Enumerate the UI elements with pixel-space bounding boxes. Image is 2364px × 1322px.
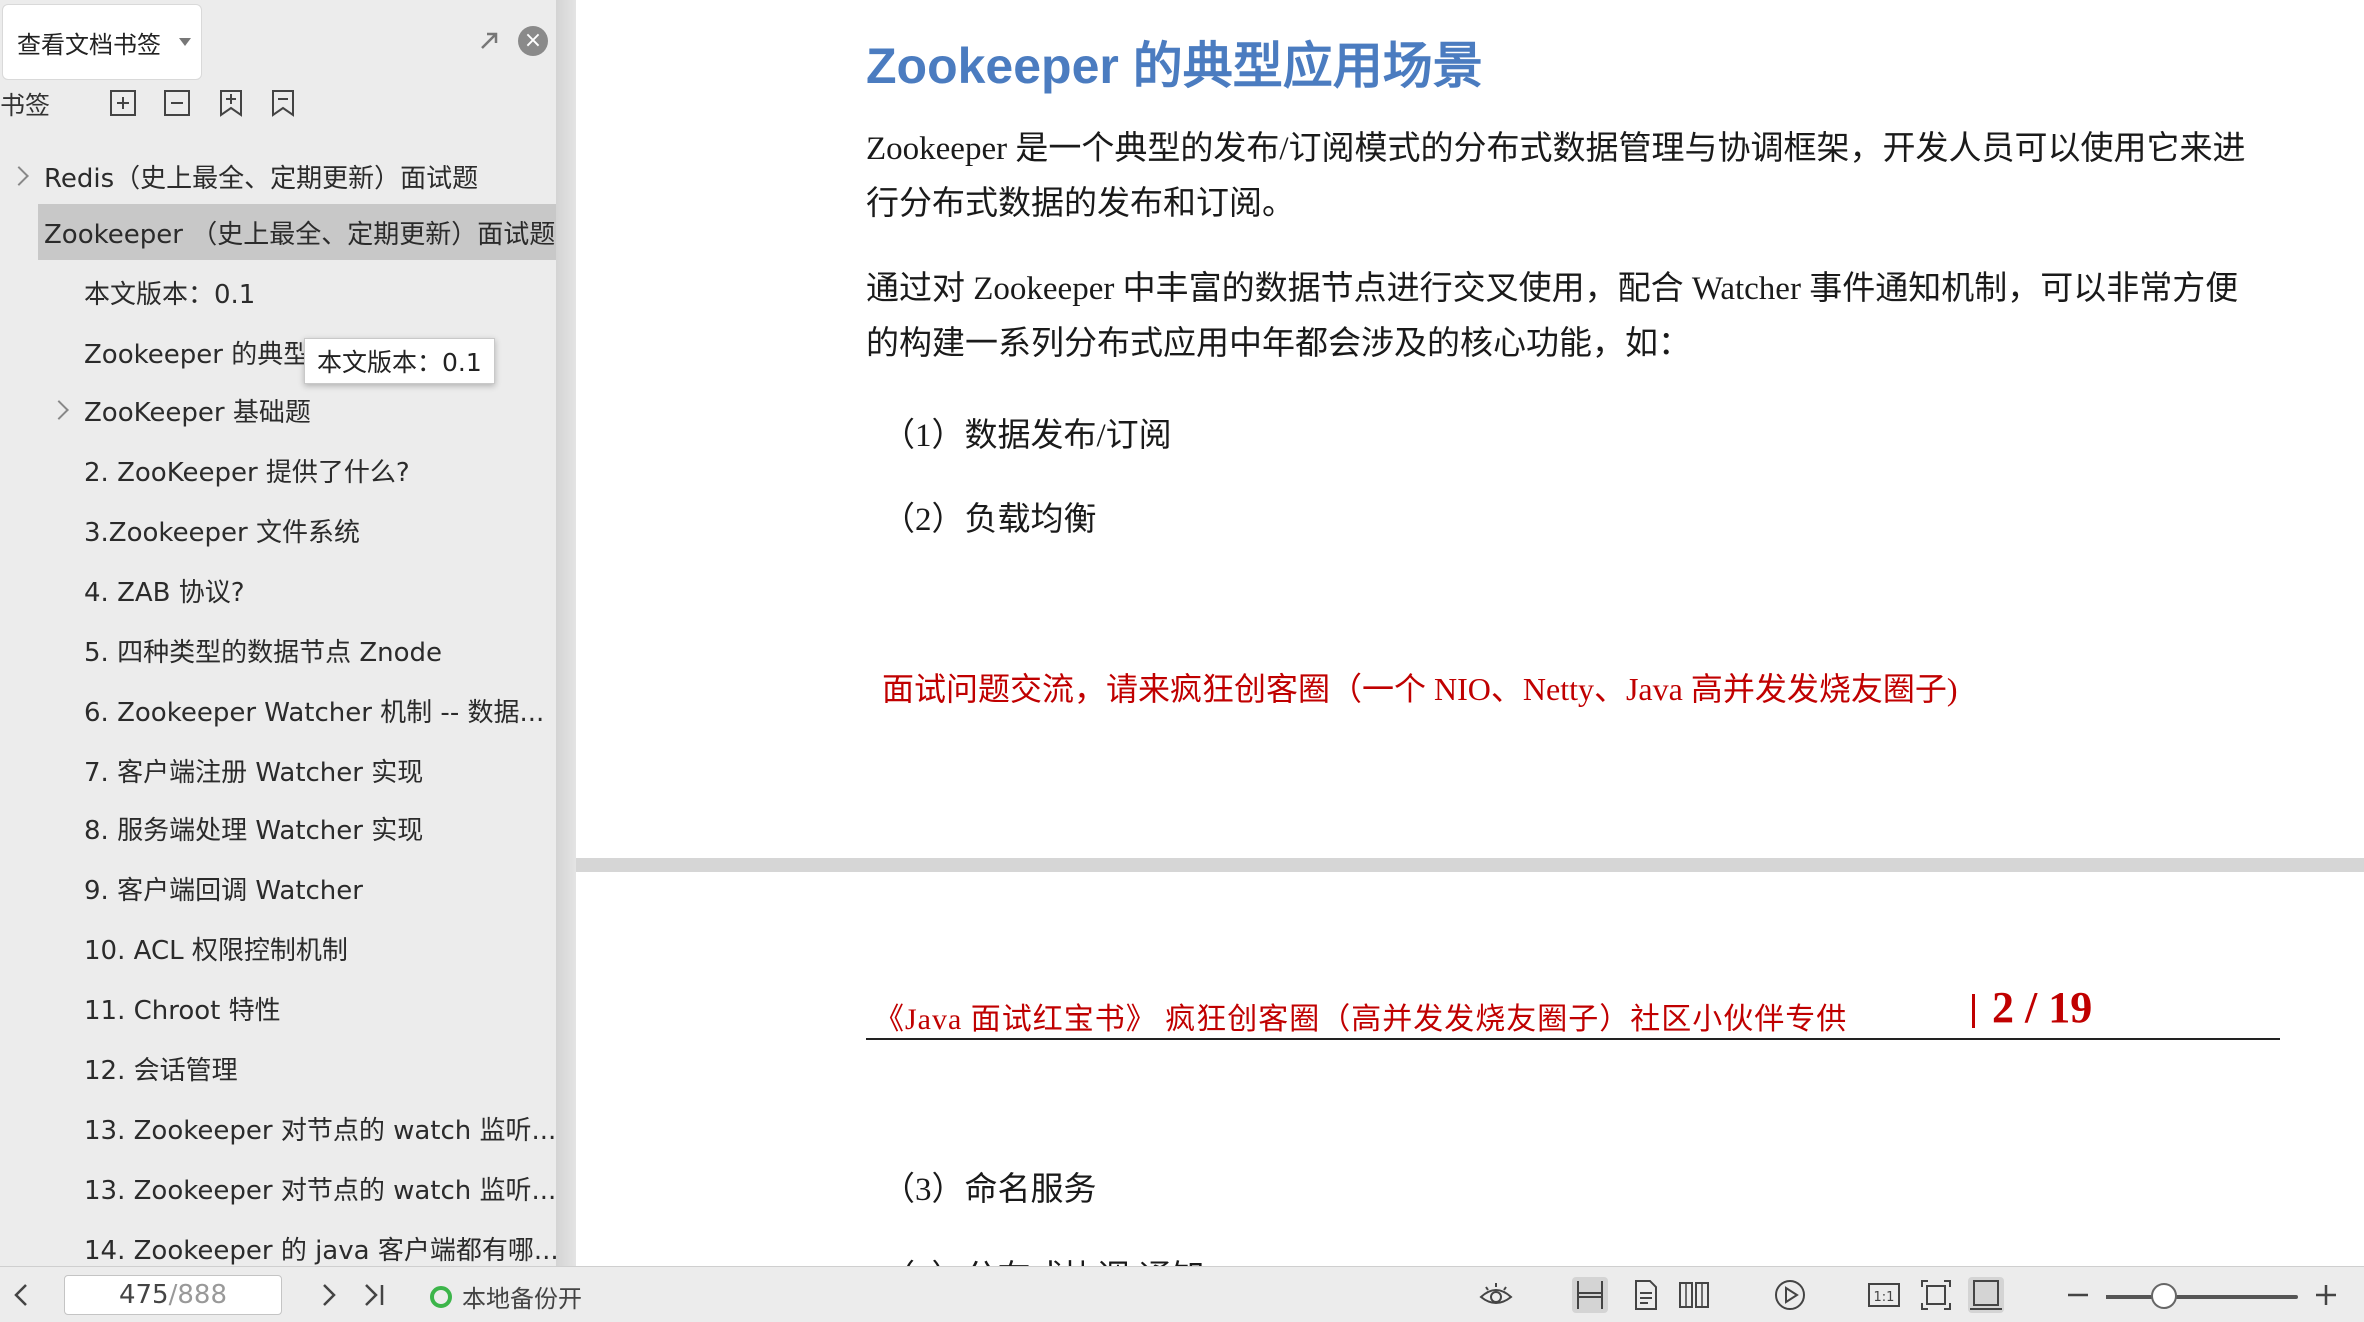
bookmark-label: 本文版本：0.1 <box>84 279 256 310</box>
zoom-in-icon[interactable] <box>2312 1281 2340 1309</box>
last-page-icon[interactable] <box>360 1281 388 1309</box>
bookmark-item[interactable]: 2. ZooKeeper 提供了什么? <box>0 442 556 498</box>
chevron-right-icon[interactable] <box>49 400 69 420</box>
bookmark-item[interactable]: 12. 会话管理 <box>0 1040 556 1096</box>
close-icon[interactable]: × <box>518 26 548 56</box>
page-footer: 《Java 面试红宝书》 疯狂创客圈（高并发发烧友圈子）社区小伙伴专供 2 / … <box>866 983 2280 1040</box>
promo-text: 面试问题交流，请来疯狂创客圈（一个 NIO、Netty、Java 高并发发烧友圈… <box>882 671 1958 707</box>
continuous-scroll-icon[interactable] <box>1572 1277 1608 1313</box>
remove-bookmark-icon[interactable] <box>268 88 298 118</box>
bookmark-label: Zookeeper （史上最全、定期更新）面试题 <box>44 219 556 250</box>
dropdown-label: 查看文档书签 <box>17 30 161 59</box>
current-page: 475 <box>118 1280 169 1310</box>
bookmark-label: 3.Zookeeper 文件系统 <box>84 517 361 548</box>
document-page: Zookeeper 的典型应用场景 Zookeeper 是一个典型的发布/订阅模… <box>576 0 2364 858</box>
list-item: （1）数据发布/订阅 <box>882 418 1172 454</box>
bookmark-label: 8. 服务端处理 Watcher 实现 <box>84 815 424 846</box>
bookmark-item[interactable]: 6. Zookeeper Watcher 机制 -- 数据... <box>0 682 556 738</box>
bookmark-item[interactable]: 3.Zookeeper 文件系统 <box>0 502 556 558</box>
two-page-icon[interactable] <box>1676 1277 1712 1313</box>
bookmark-label: 9. 客户端回调 Watcher <box>84 875 363 906</box>
chevron-down-icon <box>179 38 191 46</box>
status-bar: 475/888 本地备份开 1:1 <box>0 1266 2364 1322</box>
list-item: （3）命名服务 <box>882 1172 1097 1208</box>
bookmark-item[interactable]: 8. 服务端处理 Watcher 实现 <box>0 800 556 856</box>
chevron-right-icon[interactable] <box>316 1281 340 1309</box>
bookmark-tooltip: 本文版本：0.1 <box>304 338 495 384</box>
bookmark-item[interactable]: 13. Zookeeper 对节点的 watch 监听... <box>0 1160 556 1216</box>
bookmark-item[interactable]: 9. 客户端回调 Watcher <box>0 860 556 916</box>
svg-text:1:1: 1:1 <box>1874 1290 1895 1305</box>
detach-arrow-icon[interactable] <box>476 26 504 54</box>
bookmark-label: 10. ACL 权限控制机制 <box>84 935 348 966</box>
chevron-left-icon[interactable] <box>10 1281 34 1309</box>
collapse-all-icon[interactable] <box>162 88 192 118</box>
document-page: 《Java 面试红宝书》 疯狂创客圈（高并发发烧友圈子）社区小伙伴专供 2 / … <box>576 872 2364 1266</box>
bookmark-label: 14. Zookeeper 的 java 客户端都有哪... <box>84 1235 556 1266</box>
zoom-out-icon[interactable] <box>2064 1281 2092 1309</box>
bookmark-label: 4. ZAB 协议? <box>84 577 245 608</box>
bookmark-item[interactable]: 11. Chroot 特性 <box>0 980 556 1036</box>
expand-all-icon[interactable] <box>108 88 138 118</box>
bookmark-item[interactable]: 本文版本：0.1 <box>0 264 556 320</box>
page-number-input[interactable]: 475/888 <box>64 1275 282 1315</box>
bookmark-label: 12. 会话管理 <box>84 1055 238 1086</box>
add-bookmark-icon[interactable] <box>216 88 246 118</box>
bookmark-sidebar: 查看文档书签 × 书签 Redis（史上最全、定期更新）面试题 Zookeepe… <box>0 0 556 1266</box>
footer-text: 《Java 面试红宝书》 疯狂创客圈（高并发发烧友圈子）社区小伙伴专供 <box>874 1003 1848 1036</box>
sidebar-splitter[interactable] <box>556 0 576 1266</box>
backup-status-icon <box>430 1285 452 1308</box>
bookmark-label: 7. 客户端注册 Watcher 实现 <box>84 757 424 788</box>
footer-divider <box>1972 994 1975 1028</box>
bookmark-item[interactable]: 5. 四种类型的数据节点 Znode <box>0 622 556 678</box>
sidebar-view-dropdown[interactable]: 查看文档书签 <box>2 4 202 80</box>
bookmark-item[interactable]: 13. Zookeeper 对节点的 watch 监听... <box>0 1100 556 1156</box>
eye-icon[interactable] <box>1478 1277 1514 1313</box>
zoom-slider[interactable] <box>2106 1283 2298 1309</box>
paragraph: Zookeeper 是一个典型的发布/订阅模式的分布式数据管理与协调框架，开发人… <box>866 131 2246 222</box>
play-icon[interactable] <box>1772 1277 1808 1313</box>
chevron-right-icon[interactable] <box>9 166 29 186</box>
fit-width-icon[interactable] <box>1968 1277 2004 1313</box>
bookmark-label: Redis（史上最全、定期更新）面试题 <box>44 163 479 194</box>
list-item: （2）负载均衡 <box>882 502 1097 538</box>
section-heading: Zookeeper 的典型应用场景 <box>866 38 1483 94</box>
bookmark-item[interactable]: 14. Zookeeper 的 java 客户端都有哪... <box>0 1220 556 1266</box>
bookmark-label: 13. Zookeeper 对节点的 watch 监听... <box>84 1175 556 1206</box>
single-page-icon[interactable] <box>1628 1277 1664 1313</box>
fit-page-icon[interactable] <box>1918 1277 1954 1313</box>
bookmark-label: 5. 四种类型的数据节点 Znode <box>84 637 443 668</box>
bookmark-item[interactable]: 10. ACL 权限控制机制 <box>0 920 556 976</box>
document-viewport[interactable]: Zookeeper 的典型应用场景 Zookeeper 是一个典型的发布/订阅模… <box>576 0 2364 1266</box>
bookmark-item[interactable]: ZooKeeper 基础题 <box>0 382 556 438</box>
total-pages: 888 <box>177 1280 228 1310</box>
bookmark-label: Zookeeper 的典型 <box>84 339 310 370</box>
zoom-slider-handle[interactable] <box>2150 1283 2177 1309</box>
bookmark-item[interactable]: 7. 客户端注册 Watcher 实现 <box>0 742 556 798</box>
bookmark-label: 11. Chroot 特性 <box>84 995 281 1026</box>
actual-size-icon[interactable]: 1:1 <box>1866 1277 1902 1313</box>
bookmark-label: 13. Zookeeper 对节点的 watch 监听... <box>84 1115 556 1146</box>
bookmark-item[interactable]: 4. ZAB 协议? <box>0 562 556 618</box>
bookmark-label: ZooKeeper 基础题 <box>84 397 311 428</box>
local-backup-toggle[interactable]: 本地备份开 <box>430 1279 582 1314</box>
bookmark-label: 2. ZooKeeper 提供了什么? <box>84 457 410 488</box>
footer-page-number: 2 / 19 <box>1992 983 2093 1032</box>
bookmarks-label: 书签 <box>0 91 51 120</box>
bookmark-label: 6. Zookeeper Watcher 机制 -- 数据... <box>84 697 545 728</box>
bookmark-item-selected[interactable]: Zookeeper （史上最全、定期更新）面试题 <box>38 204 556 260</box>
list-item: （4）分布式协调/通知 <box>882 1250 1205 1266</box>
bookmark-item[interactable]: Redis（史上最全、定期更新）面试题 <box>0 148 556 204</box>
backup-label: 本地备份开 <box>462 1285 582 1313</box>
paragraph: 通过对 Zookeeper 中丰富的数据节点进行交叉使用，配合 Watcher … <box>866 271 2239 362</box>
